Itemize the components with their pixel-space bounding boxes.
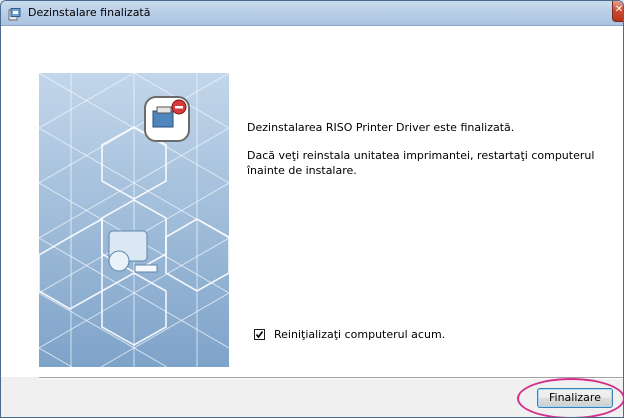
restart-now-checkbox[interactable] [254, 329, 265, 340]
wizard-side-image [39, 73, 229, 367]
restart-now-label[interactable]: Reiniţializaţi computerul acum. [274, 328, 445, 341]
window-title: Dezinstalare finalizată [28, 6, 151, 19]
checkmark-icon [255, 331, 264, 339]
installer-icon [8, 6, 21, 21]
installer-window: Dezinstalare finalizată ✕ Dezinstalarea … [0, 0, 624, 418]
close-button[interactable]: ✕ [612, 1, 624, 22]
button-bar [1, 379, 623, 417]
close-icon: ✕ [614, 4, 624, 15]
uninstall-badge [144, 96, 190, 142]
uninstall-complete-message: Dezinstalarea RISO Printer Driver este f… [247, 121, 515, 134]
restart-instruction-message: Dacă veţi reinstala unitatea imprimantei… [247, 149, 595, 177]
finish-button[interactable]: Finalizare [537, 388, 613, 408]
content-area: Dezinstalarea RISO Printer Driver este f… [1, 26, 623, 377]
title-bar[interactable]: Dezinstalare finalizată ✕ [1, 1, 624, 26]
